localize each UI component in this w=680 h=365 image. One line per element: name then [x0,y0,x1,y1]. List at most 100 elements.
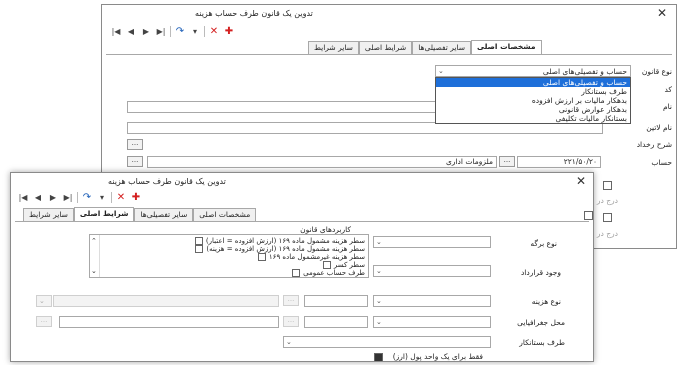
back-tabs: مشخصات اصلی سایر تفصیلی‌ها شرایط اصلی سا… [308,40,542,54]
rule-usages-title: کاربردهای قانون [300,225,351,234]
chevron-down-icon: ⌄ [376,297,382,305]
single-currency-checkbox[interactable] [374,353,383,361]
list-item[interactable]: سطر هزینه مشمول ماده ۱۶۹ (ارزش افزوده = … [194,237,365,245]
account-extra-button[interactable]: ... [127,156,143,167]
chevron-down-icon: ⌄ [286,338,292,346]
list-item[interactable]: طرف حساب عمومی [292,269,365,277]
expense-type-name-field [53,295,279,307]
level-1-checkbox[interactable] [603,181,612,190]
first-record-icon[interactable]: |◀ [17,191,29,203]
rule-type-option[interactable]: حساب و تفصیلی‌های اصلی [436,78,630,87]
next-record-icon[interactable]: ▶ [140,25,152,37]
list-scrollbar[interactable]: ⌃ ⌄ [90,235,100,277]
tab-main-info[interactable]: مشخصات اصلی [471,40,542,54]
expense-type-select[interactable]: ⌄ [373,295,491,307]
next-record-icon[interactable]: ▶ [47,191,59,203]
geo-location-name-field[interactable] [59,316,279,328]
account-name-field[interactable]: ملزومات اداری [147,156,497,168]
tab-other-details[interactable]: سایر تفصیلی‌ها [412,41,472,54]
expense-type-lookup-button[interactable]: ... [283,295,299,306]
delete-icon[interactable]: ✕ [208,25,220,37]
dropdown-arrow-icon[interactable]: ▾ [96,191,108,203]
back-window-title: تدوین یک قانون طرف حساب هزینه [195,9,313,18]
add-icon[interactable]: ✚ [223,25,235,37]
geo-location-code-field[interactable] [304,316,368,328]
tab-panel-border [15,221,589,222]
tab-other-details[interactable]: سایر تفصیلی‌ها [134,208,194,221]
contract-exists-select[interactable]: ⌄ [373,265,491,277]
form-type-label: نوع برگه [530,239,557,248]
front-close-icon[interactable]: ✕ [576,175,586,187]
account-lookup-button[interactable]: ... [499,156,515,167]
description-lookup-button[interactable]: ... [127,139,143,150]
prev-record-icon[interactable]: ◀ [125,25,137,37]
list-item[interactable]: سطر کسر [322,261,365,269]
account-code-field[interactable]: ۲۲۱/۵۰/۲۰ [517,156,601,168]
front-level-1-checkbox[interactable] [584,211,593,220]
rule-type-option[interactable]: طرف بستانکار [436,87,630,96]
geo-location-select[interactable]: ⌄ [373,316,491,328]
creditor-side-select[interactable]: ⌄ [283,336,491,348]
toolbar-separator [111,191,112,203]
rule-type-option[interactable]: بدهکار عوارض قانونی [436,105,630,114]
account-label: حساب [651,158,672,167]
add-icon[interactable]: ✚ [130,191,142,203]
expense-type-code-field[interactable] [304,295,368,307]
redo-arrow-icon[interactable]: ↷ [81,191,93,203]
front-tabs: مشخصات اصلی سایر تفصیلی‌ها شرایط اصلی سا… [23,207,257,221]
front-titlebar: تدوین یک قانون طرف حساب هزینه ✕ [11,173,593,191]
dropdown-arrow-icon[interactable]: ▾ [189,25,201,37]
geo-location-label: محل جغرافیایی [517,318,565,327]
tab-panel-border [106,54,672,55]
level-2-label: درج در [596,229,618,238]
front-rule-dialog: تدوین یک قانون طرف حساب هزینه ✕ |◀ ◀ ▶ ▶… [10,172,594,362]
single-currency-label: فقط برای یک واحد پول (ارز) [392,352,483,361]
tab-main-info[interactable]: مشخصات اصلی [193,208,257,221]
redo-arrow-icon[interactable]: ↷ [174,25,186,37]
chevron-down-icon: ⌄ [376,267,382,275]
list-item[interactable]: سطر هزینه مشمول ماده ۱۶۹ (ارزش افزوده = … [195,245,365,253]
back-close-icon[interactable]: ✕ [657,7,667,19]
form-type-select[interactable]: ⌄ [373,236,491,248]
latin-name-label: نام لاتین [646,123,672,132]
tab-main-conditions[interactable]: شرایط اصلی [73,207,135,221]
front-toolbar: |◀ ◀ ▶ ▶| ↷ ▾ ✕ ✚ [17,190,142,204]
scroll-up-icon[interactable]: ⌃ [91,237,97,245]
rule-type-dropdown-list: حساب و تفصیلی‌های اصلی طرف بستانکار بدهک… [435,77,631,124]
rule-type-option[interactable]: بدهکار مالیات بر ارزش افزوده [436,96,630,105]
usage-checkbox[interactable] [194,237,203,245]
chevron-down-icon: ⌄ [376,318,382,326]
expense-type-extra-select[interactable]: ⌄ [36,295,52,307]
geo-location-extra-button[interactable]: ... [36,316,52,327]
tab-other-conditions[interactable]: سایر شرایط [308,41,359,54]
description-label: شرح رخداد [636,140,672,149]
list-item[interactable]: سطر هزینه غیرمشمول ماده ۱۶۹ [257,253,365,261]
tab-other-conditions[interactable]: سایر شرایط [23,208,74,221]
rule-type-value: حساب و تفصیلی‌های اصلی [542,67,627,76]
delete-icon[interactable]: ✕ [115,191,127,203]
level-2-checkbox[interactable] [603,213,612,222]
rule-type-select[interactable]: ⌄ حساب و تفصیلی‌های اصلی [435,65,631,77]
chevron-down-icon: ⌄ [376,238,382,246]
toolbar-separator [77,191,78,203]
rule-type-option[interactable]: بستانکار مالیات تکلیفی [436,114,630,123]
usage-checkbox[interactable] [257,253,266,261]
first-record-icon[interactable]: |◀ [110,25,122,37]
rule-usages-list[interactable]: ⌃ ⌄ سطر هزینه مشمول ماده ۱۶۹ (ارزش افزود… [89,234,369,278]
name-field[interactable] [127,101,437,113]
scroll-down-icon[interactable]: ⌄ [91,267,97,275]
usage-checkbox[interactable] [292,269,301,277]
code-label: کد [664,85,672,94]
last-record-icon[interactable]: ▶| [155,25,167,37]
geo-location-lookup-button[interactable]: ... [283,316,299,327]
usage-checkbox[interactable] [322,261,331,269]
tab-main-conditions[interactable]: شرایط اصلی [358,41,413,54]
back-titlebar: تدوین یک قانون طرف حساب هزینه ✕ [102,5,676,23]
front-window-title: تدوین یک قانون طرف حساب هزینه [108,177,226,186]
prev-record-icon[interactable]: ◀ [32,191,44,203]
usage-checkbox[interactable] [195,245,204,253]
contract-exists-label: وجود قرارداد [520,268,561,277]
last-record-icon[interactable]: ▶| [62,191,74,203]
level-1-label: درج در [596,196,618,205]
toolbar-separator [170,25,171,37]
